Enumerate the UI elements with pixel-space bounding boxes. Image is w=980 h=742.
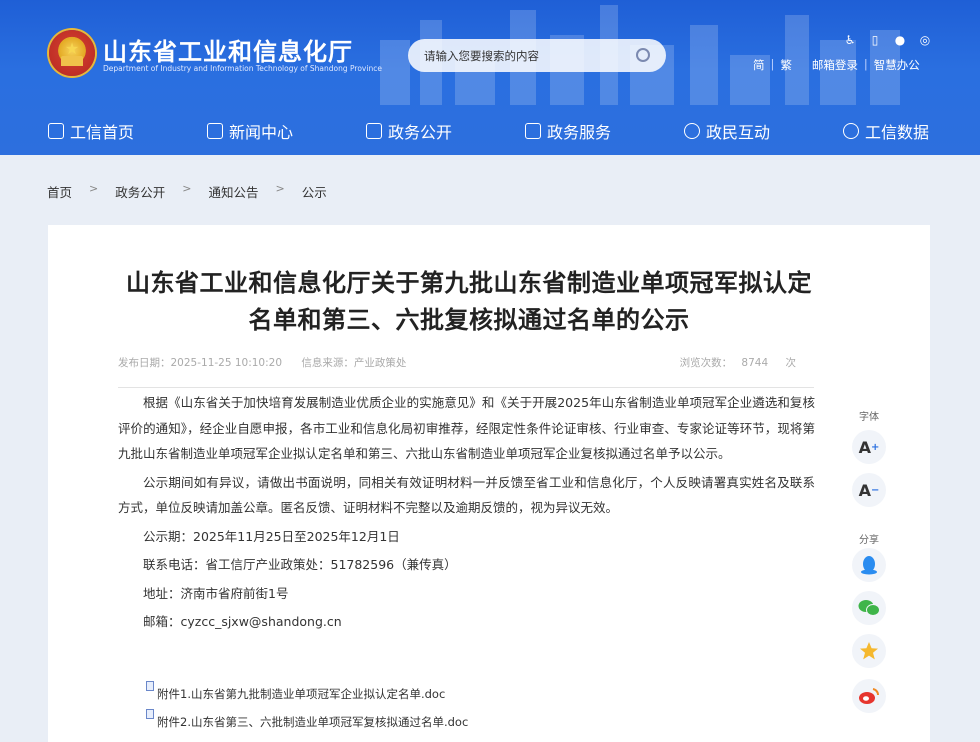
views-label: 浏览次数： bbox=[679, 357, 733, 369]
mail-login-link[interactable]: 邮箱登录 bbox=[812, 57, 858, 73]
nav-label: 新闻中心 bbox=[229, 123, 294, 142]
attachment-link-2[interactable]: 附件2.山东省第三、六批制造业单项冠军复核拟通过名单.doc bbox=[146, 709, 469, 730]
search-icon[interactable] bbox=[636, 48, 650, 62]
info-source: 信息来源：产业政策处 bbox=[301, 357, 407, 369]
breadcrumb-gov-open[interactable]: 政务公开 bbox=[115, 182, 165, 201]
mobile-icon[interactable]: ▯ bbox=[868, 33, 882, 47]
search-box bbox=[408, 39, 666, 72]
nav-item-gov-service[interactable]: 政务服务 bbox=[525, 119, 611, 143]
font-increase-button[interactable]: A + bbox=[852, 430, 886, 464]
breadcrumb-public[interactable]: 公示 bbox=[302, 182, 327, 201]
breadcrumb-separator: > bbox=[182, 182, 192, 195]
contact-address: 地址：济南市省府前街1号 bbox=[143, 585, 289, 601]
share-wechat-button[interactable] bbox=[852, 591, 886, 625]
doc-file-icon bbox=[146, 681, 154, 691]
nav-item-gov-open[interactable]: 政务公开 bbox=[366, 119, 452, 143]
top-icon-bar: ♿ ▯ ● ◎ bbox=[843, 33, 932, 47]
meta-divider bbox=[118, 387, 814, 388]
nav-item-news[interactable]: 新闻中心 bbox=[207, 119, 293, 143]
wechat-share-icon bbox=[858, 600, 880, 616]
attachment-name: 附件1.山东省第九批制造业单项冠军企业拟认定名单.doc bbox=[157, 687, 446, 701]
qq-icon bbox=[861, 556, 877, 575]
weibo-icon[interactable]: ◎ bbox=[918, 33, 932, 47]
site-header: ★ 山东省工业和信息化厅 Department of Industry and … bbox=[0, 0, 980, 155]
article-paragraph: 公示期间如有异议，请做出书面说明，同相关有效证明材料一并反馈至省工业和信息化厅，… bbox=[118, 474, 815, 516]
separator: | bbox=[863, 57, 868, 71]
font-size-label: 字体 bbox=[859, 412, 879, 423]
attachment-link-1[interactable]: 附件1.山东省第九批制造业单项冠军企业拟认定名单.doc bbox=[146, 681, 446, 702]
monitor-icon bbox=[366, 123, 382, 139]
breadcrumb-notice[interactable]: 通知公告 bbox=[208, 182, 258, 201]
doc-file-icon bbox=[146, 709, 154, 719]
site-subtitle: Department of Industry and Information T… bbox=[103, 64, 382, 73]
accessibility-icon[interactable]: ♿ bbox=[843, 33, 857, 47]
nav-item-data[interactable]: 工信数据 bbox=[843, 119, 929, 143]
breadcrumb-separator: > bbox=[275, 182, 285, 195]
nav-label: 工信首页 bbox=[70, 123, 135, 142]
home-icon bbox=[48, 123, 64, 139]
article-paragraph: 根据《山东省关于加快培育发展制造业优质企业的实施意见》和《关于开展2025年山东… bbox=[118, 395, 815, 461]
smart-office-link[interactable]: 智慧办公 bbox=[874, 57, 920, 73]
minus-icon: − bbox=[871, 484, 880, 496]
contact-phone: 联系电话：省工信厅产业政策处：51782596（兼传真） bbox=[143, 557, 457, 572]
top-links: 简 | 繁 邮箱登录 | 智慧办公 bbox=[753, 57, 920, 73]
qzone-icon bbox=[860, 642, 878, 660]
article-meta: 发布日期：2025-11-25 10:10:20 信息来源：产业政策处 浏览次数… bbox=[118, 355, 796, 370]
attachment-name: 附件2.山东省第三、六批制造业单项冠军复核拟通过名单.doc bbox=[157, 715, 469, 729]
breadcrumb: 首页 > 政务公开 > 通知公告 > 公示 bbox=[47, 182, 327, 201]
views-value: 8744 bbox=[741, 357, 769, 369]
publish-date: 发布日期：2025-11-25 10:10:20 bbox=[118, 357, 283, 369]
share-label: 分享 bbox=[859, 535, 879, 546]
nav-label: 政民互动 bbox=[706, 123, 771, 142]
nav-item-home[interactable]: 工信首页 bbox=[48, 119, 134, 143]
font-decrease-text: A bbox=[858, 480, 871, 500]
share-weibo-button[interactable] bbox=[852, 679, 886, 713]
article-card: 山东省工业和信息化厅关于第九批山东省制造业单项冠军拟认定名单和第三、六批复核拟通… bbox=[48, 225, 930, 742]
nav-label: 工信数据 bbox=[865, 123, 930, 142]
chat-icon bbox=[684, 123, 700, 139]
separator: | bbox=[770, 57, 775, 71]
plus-icon: + bbox=[871, 441, 880, 453]
contact-email: 邮箱：cyzcc_sjxw@shandong.cn bbox=[143, 614, 342, 629]
share-qq-button[interactable] bbox=[852, 548, 886, 582]
wechat-icon[interactable]: ● bbox=[893, 33, 907, 47]
font-increase-text: A bbox=[858, 437, 871, 457]
breadcrumb-home[interactable]: 首页 bbox=[47, 182, 72, 201]
national-emblem-icon[interactable]: ★ bbox=[49, 30, 95, 76]
nav-item-interaction[interactable]: 政民互动 bbox=[684, 119, 770, 143]
article-title: 山东省工业和信息化厅关于第九批山东省制造业单项冠军拟认定名单和第三、六批复核拟通… bbox=[126, 269, 812, 334]
database-icon bbox=[843, 123, 859, 139]
font-decrease-button[interactable]: A − bbox=[852, 473, 886, 507]
lang-traditional-link[interactable]: 繁 bbox=[780, 57, 792, 73]
nav-label: 政务服务 bbox=[547, 123, 612, 142]
view-count: 浏览次数： 8744 次 bbox=[680, 355, 796, 370]
share-qzone-button[interactable] bbox=[852, 634, 886, 668]
service-icon bbox=[525, 123, 541, 139]
nav-label: 政务公开 bbox=[388, 123, 453, 142]
weibo-share-icon bbox=[859, 688, 880, 704]
public-period: 公示期：2025年11月25日至2025年12月1日 bbox=[143, 528, 400, 544]
article-body: 根据《山东省关于加快培育发展制造业优质企业的实施意见》和《关于开展2025年山东… bbox=[118, 390, 815, 635]
site-title[interactable]: 山东省工业和信息化厅 bbox=[103, 32, 353, 67]
search-input[interactable] bbox=[424, 46, 624, 65]
breadcrumb-separator: > bbox=[89, 182, 99, 195]
lang-simplified-link[interactable]: 简 bbox=[753, 57, 765, 73]
views-unit: 次 bbox=[785, 357, 797, 369]
main-nav: 工信首页 新闻中心 政务公开 政务服务 政民互动 工信数据 bbox=[0, 112, 980, 148]
news-icon bbox=[207, 123, 223, 139]
